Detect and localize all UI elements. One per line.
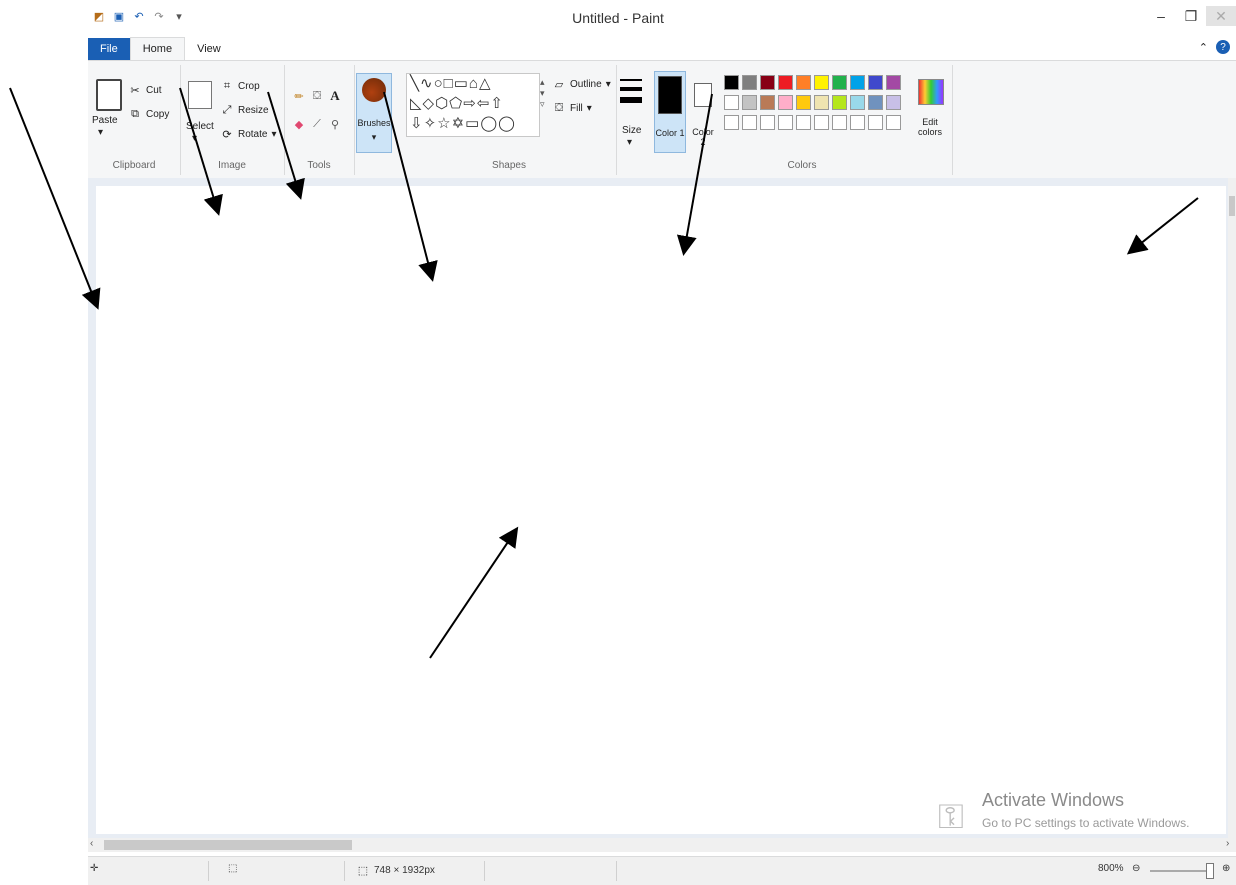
arrow-from-select: [179, 87, 223, 216]
arrow-to-canvas-center: [429, 526, 519, 659]
arrow-from-scrollbar: [1126, 197, 1199, 255]
annotation-arrows: [9, 87, 1199, 659]
arrow-from-color2: [676, 93, 713, 256]
arrow-from-brushes: [383, 91, 438, 282]
arrow-from-rotate: [267, 91, 305, 200]
arrow-to-canvas-left: [9, 87, 101, 310]
